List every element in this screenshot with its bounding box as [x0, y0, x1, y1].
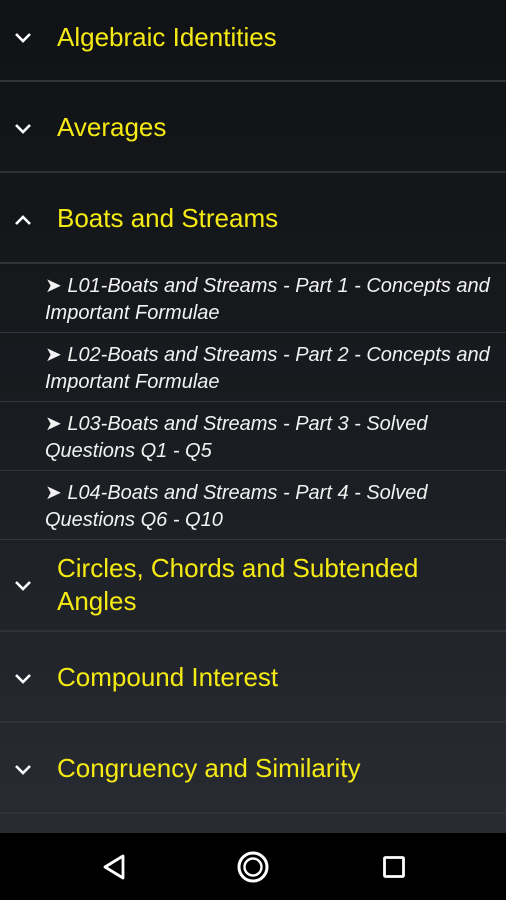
group-next-partial[interactable] — [0, 814, 506, 833]
group-compound-interest[interactable]: Compound Interest — [0, 632, 506, 723]
lesson-label: ➤ L02-Boats and Streams - Part 2 - Conce… — [45, 344, 490, 393]
group-boats-and-streams[interactable]: Boats and Streams — [0, 173, 506, 264]
app-screen: Algebraic Identities Averages Boats and … — [0, 0, 506, 900]
list-item-lesson[interactable]: ➤ L01-Boats and Streams - Part 1 - Conce… — [0, 264, 506, 333]
chevron-up-icon — [12, 209, 34, 231]
recents-square-icon[interactable] — [376, 849, 412, 885]
chevron-down-icon — [12, 668, 34, 690]
chevron-down-icon — [12, 759, 34, 781]
home-circle-icon[interactable] — [235, 849, 271, 885]
group-label: Circles, Chords and Subtended Angles — [57, 553, 419, 616]
group-label: Averages — [57, 112, 167, 142]
topic-list: Algebraic Identities Averages Boats and … — [0, 0, 506, 833]
lesson-label: ➤ L04-Boats and Streams - Part 4 - Solve… — [45, 482, 428, 531]
list-item-lesson[interactable]: ➤ L04-Boats and Streams - Part 4 - Solve… — [0, 471, 506, 540]
system-navbar — [0, 833, 506, 900]
chevron-down-icon — [12, 118, 34, 140]
group-label: Compound Interest — [57, 662, 279, 692]
group-circles-chords[interactable]: Circles, Chords and Subtended Angles — [0, 540, 506, 632]
group-algebraic-identities[interactable]: Algebraic Identities — [0, 0, 506, 82]
chevron-down-icon — [12, 27, 34, 49]
list-item-lesson[interactable]: ➤ L02-Boats and Streams - Part 2 - Conce… — [0, 333, 506, 402]
group-averages[interactable]: Averages — [0, 82, 506, 173]
group-label: Boats and Streams — [57, 203, 279, 233]
back-triangle-icon[interactable] — [96, 849, 132, 885]
list-item-lesson[interactable]: ➤ L03-Boats and Streams - Part 3 - Solve… — [0, 402, 506, 471]
group-congruency-similarity[interactable]: Congruency and Similarity — [0, 723, 506, 814]
lesson-label: ➤ L03-Boats and Streams - Part 3 - Solve… — [45, 413, 428, 462]
group-label: Algebraic Identities — [57, 22, 277, 52]
chevron-down-icon — [12, 575, 34, 597]
group-label: Congruency and Similarity — [57, 753, 361, 783]
lesson-label: ➤ L01-Boats and Streams - Part 1 - Conce… — [45, 275, 490, 324]
